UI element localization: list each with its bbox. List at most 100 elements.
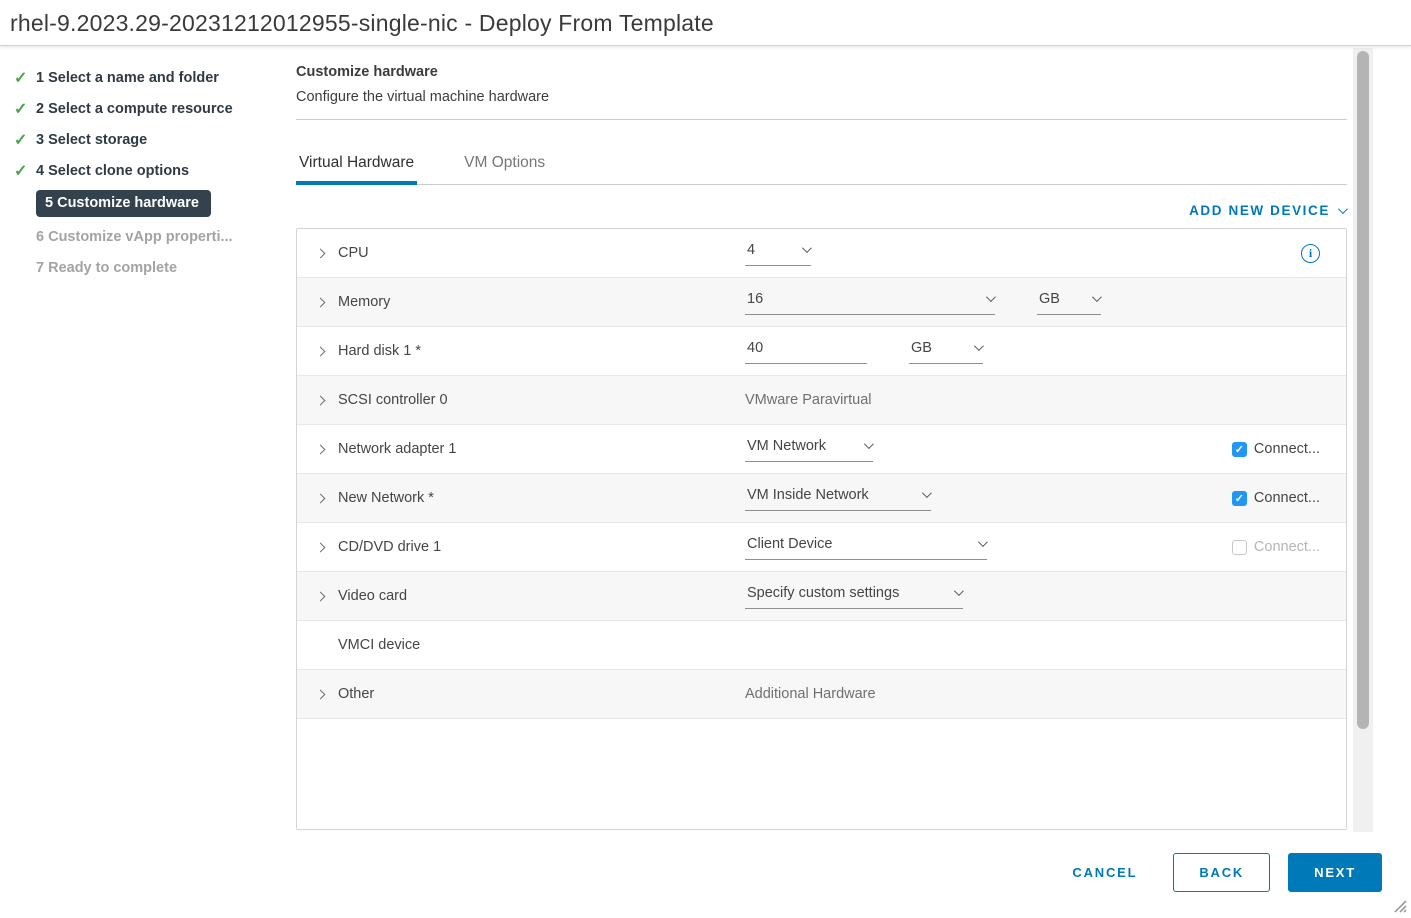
cpu-count-select[interactable]: 4 bbox=[745, 241, 811, 266]
hw-row-new-network: New Network * VM Inside Network ✓ Connec… bbox=[297, 474, 1346, 523]
hardware-tabs: Virtual Hardware VM Options bbox=[296, 144, 1347, 185]
next-button[interactable]: NEXT bbox=[1288, 853, 1382, 892]
wizard-steps-sidebar: ✓ 1 Select a name and folder ✓ 2 Select … bbox=[0, 46, 286, 832]
chevron-down-icon bbox=[954, 586, 964, 596]
step-complete-check-icon: ✓ bbox=[14, 99, 36, 119]
cancel-button[interactable]: CANCEL bbox=[1072, 865, 1137, 880]
cd-dvd-media-value: Client Device bbox=[747, 536, 832, 552]
chevron-down-icon bbox=[802, 243, 812, 253]
cpu-count-value: 4 bbox=[747, 242, 755, 258]
step-label: 7 Ready to complete bbox=[36, 258, 177, 278]
chevron-down-icon bbox=[864, 439, 874, 449]
header-divider bbox=[296, 119, 1347, 120]
dialog-title: rhel-9.2023.29-20231212012955-single-nic… bbox=[10, 10, 1411, 37]
hw-row-network-adapter-1: Network adapter 1 VM Network ✓ Connect..… bbox=[297, 425, 1346, 474]
row-label-network-adapter: Network adapter 1 bbox=[338, 441, 456, 457]
wizard-footer: CANCEL BACK NEXT bbox=[1072, 853, 1382, 892]
chevron-down-icon bbox=[922, 488, 932, 498]
panel-header: Customize hardware Configure the virtual… bbox=[296, 64, 1347, 105]
step-customize-vapp-properties: 6 Customize vApp properti... bbox=[14, 221, 286, 252]
row-label-vmci: VMCI device bbox=[338, 637, 420, 653]
memory-unit-select[interactable]: GB bbox=[1037, 290, 1101, 315]
step-complete-check-icon: ✓ bbox=[14, 130, 36, 150]
virtual-hardware-table: CPU 4 i Memory bbox=[296, 228, 1347, 830]
dialog-titlebar: rhel-9.2023.29-20231212012955-single-nic… bbox=[0, 0, 1411, 46]
checkbox-checked-icon: ✓ bbox=[1232, 442, 1247, 457]
network-adapter-select[interactable]: VM Network bbox=[745, 437, 873, 462]
row-label-hard-disk: Hard disk 1 * bbox=[338, 343, 421, 359]
memory-unit-value: GB bbox=[1039, 291, 1060, 307]
panel-heading: Customize hardware bbox=[296, 64, 1347, 80]
step-label: 6 Customize vApp properti... bbox=[36, 227, 233, 247]
checkbox-checked-icon: ✓ bbox=[1232, 491, 1247, 506]
cd-dvd-media-select[interactable]: Client Device bbox=[745, 535, 987, 560]
row-label-new-network: New Network * bbox=[338, 490, 434, 506]
chevron-down-icon bbox=[974, 341, 984, 351]
hard-disk-unit-value: GB bbox=[911, 340, 932, 356]
memory-size-select[interactable]: 16 bbox=[745, 290, 995, 315]
step-label: 2 Select a compute resource bbox=[36, 99, 233, 119]
chevron-down-icon bbox=[1338, 204, 1348, 214]
expand-chevron-icon[interactable] bbox=[317, 342, 338, 360]
chevron-down-icon bbox=[986, 292, 996, 302]
cpu-info-icon[interactable]: i bbox=[1301, 244, 1320, 263]
row-label-video-card: Video card bbox=[338, 588, 407, 604]
step-complete-check-icon: ✓ bbox=[14, 68, 36, 88]
row-label-memory: Memory bbox=[338, 294, 390, 310]
cd-dvd-connect-checkbox-disabled: Connect... bbox=[1232, 539, 1320, 555]
window-resize-grip-icon[interactable] bbox=[1391, 897, 1407, 913]
hard-disk-size-input[interactable] bbox=[745, 339, 867, 364]
scrollbar-thumb[interactable] bbox=[1357, 51, 1369, 729]
network-adapter-value: VM Network bbox=[747, 438, 826, 454]
video-card-settings-select[interactable]: Specify custom settings bbox=[745, 584, 963, 609]
vertical-scrollbar[interactable] bbox=[1353, 48, 1373, 832]
hw-row-cd-dvd-drive: CD/DVD drive 1 Client Device Connect... bbox=[297, 523, 1346, 572]
expand-chevron-icon[interactable] bbox=[317, 244, 338, 262]
new-network-select[interactable]: VM Inside Network bbox=[745, 486, 931, 511]
customize-hardware-panel: Customize hardware Configure the virtual… bbox=[286, 46, 1347, 832]
expand-chevron-icon[interactable] bbox=[317, 685, 338, 703]
add-new-device-button[interactable]: ADD NEW DEVICE bbox=[1189, 203, 1345, 218]
expand-chevron-icon[interactable] bbox=[317, 391, 338, 409]
network-adapter-connect-checkbox[interactable]: ✓ Connect... bbox=[1232, 441, 1320, 457]
step-complete-check-icon: ✓ bbox=[14, 161, 36, 181]
connect-label: Connect... bbox=[1254, 490, 1320, 506]
other-hardware-value: Additional Hardware bbox=[745, 686, 876, 702]
hw-row-other: Other Additional Hardware bbox=[297, 670, 1346, 719]
step-select-clone-options[interactable]: ✓ 4 Select clone options bbox=[14, 155, 286, 186]
expand-chevron-icon[interactable] bbox=[317, 489, 338, 507]
row-label-cpu: CPU bbox=[338, 245, 369, 261]
hard-disk-unit-select[interactable]: GB bbox=[909, 339, 983, 364]
deploy-from-template-dialog: rhel-9.2023.29-20231212012955-single-nic… bbox=[0, 0, 1411, 918]
step-label: 4 Select clone options bbox=[36, 161, 189, 181]
step-select-name-folder[interactable]: ✓ 1 Select a name and folder bbox=[14, 62, 286, 93]
connect-label: Connect... bbox=[1254, 539, 1320, 555]
step-label: 5 Customize hardware bbox=[36, 190, 211, 217]
table-empty-space bbox=[297, 719, 1346, 829]
hw-row-cpu: CPU 4 i bbox=[297, 229, 1346, 278]
expand-chevron-icon[interactable] bbox=[317, 440, 338, 458]
step-select-compute-resource[interactable]: ✓ 2 Select a compute resource bbox=[14, 93, 286, 124]
row-label-other: Other bbox=[338, 686, 374, 702]
step-customize-hardware-current[interactable]: 5 Customize hardware bbox=[14, 188, 286, 219]
memory-size-value: 16 bbox=[747, 291, 763, 307]
tab-vm-options[interactable]: VM Options bbox=[461, 144, 548, 184]
new-network-value: VM Inside Network bbox=[747, 487, 869, 503]
add-new-device-label: ADD NEW DEVICE bbox=[1189, 203, 1330, 218]
row-label-cd-dvd: CD/DVD drive 1 bbox=[338, 539, 441, 555]
hw-row-scsi-controller: SCSI controller 0 VMware Paravirtual bbox=[297, 376, 1346, 425]
expand-chevron-icon[interactable] bbox=[317, 293, 338, 311]
panel-subheading: Configure the virtual machine hardware bbox=[296, 89, 1347, 105]
connect-label: Connect... bbox=[1254, 441, 1320, 457]
tab-virtual-hardware[interactable]: Virtual Hardware bbox=[296, 144, 417, 185]
chevron-down-icon bbox=[1092, 292, 1102, 302]
back-button[interactable]: BACK bbox=[1173, 853, 1270, 892]
new-network-connect-checkbox[interactable]: ✓ Connect... bbox=[1232, 490, 1320, 506]
device-toolbar: ADD NEW DEVICE bbox=[296, 185, 1347, 226]
expand-chevron-icon[interactable] bbox=[317, 587, 338, 605]
checkbox-unchecked-icon bbox=[1232, 540, 1247, 555]
expand-chevron-icon[interactable] bbox=[317, 538, 338, 556]
step-select-storage[interactable]: ✓ 3 Select storage bbox=[14, 124, 286, 155]
step-ready-to-complete: 7 Ready to complete bbox=[14, 252, 286, 283]
step-label: 1 Select a name and folder bbox=[36, 68, 219, 88]
